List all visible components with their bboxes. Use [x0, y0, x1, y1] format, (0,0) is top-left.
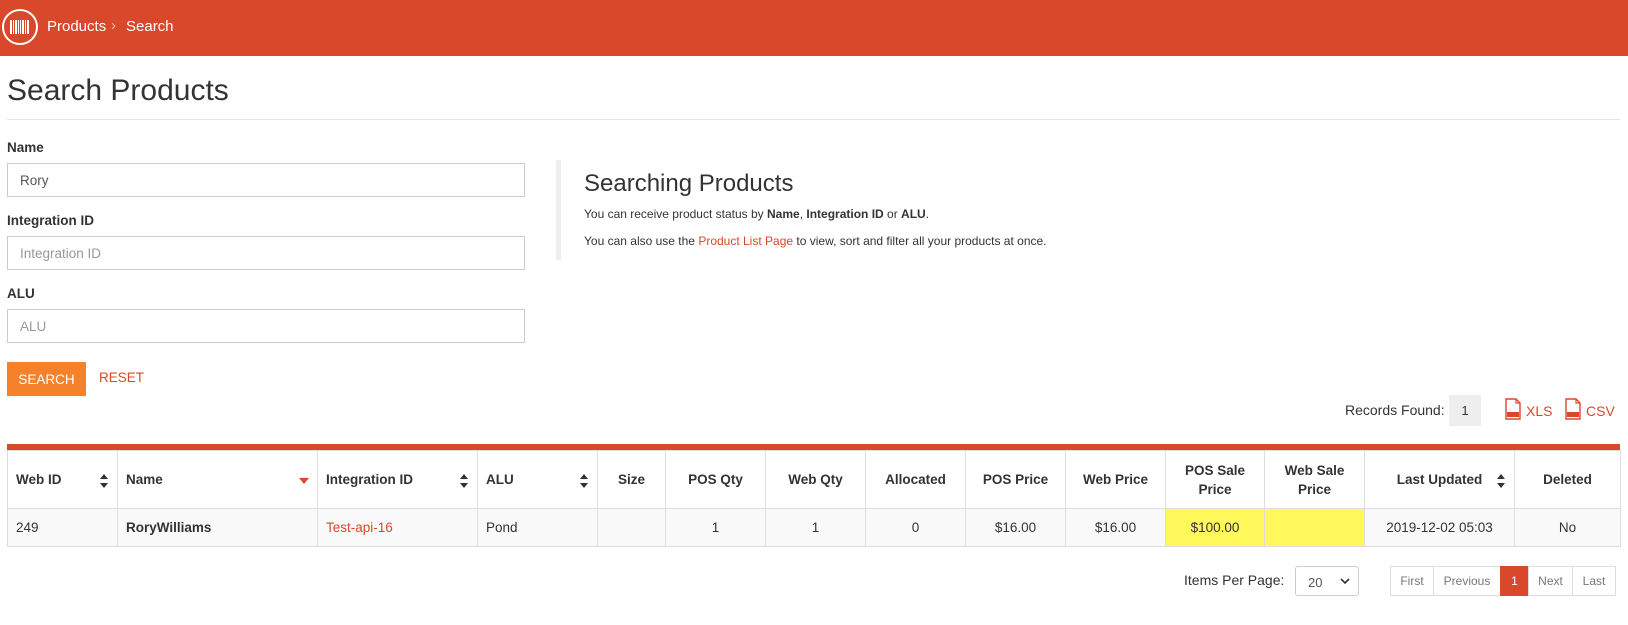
col-integration-id[interactable]: Integration ID: [317, 450, 478, 509]
cell-integration-id: Test-api-16: [317, 508, 478, 547]
alu-label: ALU: [7, 286, 35, 301]
help-panel: Searching Products You can receive produ…: [556, 160, 1156, 260]
name-input[interactable]: [7, 163, 525, 197]
title-divider: [7, 119, 1620, 120]
sort-icon: [460, 474, 468, 488]
col-name-label: Name: [126, 472, 163, 487]
help-text-2-prefix: You can also use the: [584, 234, 699, 248]
col-pos-qty: POS Qty: [665, 450, 766, 509]
col-web-price: Web Price: [1065, 450, 1166, 509]
cell-web-qty: 1: [765, 508, 866, 547]
chevron-down-icon: [1340, 578, 1350, 585]
product-list-page-link[interactable]: Product List Page: [698, 234, 793, 248]
col-allocated: Allocated: [865, 450, 966, 509]
help-title: Searching Products: [584, 170, 794, 197]
col-last-updated[interactable]: Last Updated: [1364, 450, 1515, 509]
breadcrumb-products[interactable]: Products: [47, 18, 106, 35]
products-table: Web ID Name Integration ID ALU Size POS …: [7, 450, 1621, 547]
results-table: Web ID Name Integration ID ALU Size POS …: [7, 444, 1621, 547]
integration-id-link[interactable]: Test-api-16: [326, 520, 393, 535]
cell-web-id: 249: [7, 508, 118, 547]
col-deleted: Deleted: [1514, 450, 1621, 509]
cell-size: [597, 508, 666, 547]
cell-alu: Pond: [477, 508, 598, 547]
col-alu[interactable]: ALU: [477, 450, 598, 509]
export-xls-label: XLS: [1526, 403, 1553, 419]
cell-deleted: No: [1514, 508, 1621, 547]
col-integration-id-label: Integration ID: [326, 472, 413, 487]
integration-id-label: Integration ID: [7, 213, 94, 228]
col-pos-price: POS Price: [965, 450, 1066, 509]
sort-desc-icon: [299, 478, 309, 484]
pagination: First Previous 1 Next Last: [1390, 566, 1616, 596]
cell-web-price: $16.00: [1065, 508, 1166, 547]
page-next-button[interactable]: Next: [1528, 566, 1573, 596]
cell-allocated: 0: [865, 508, 966, 547]
table-header-row: Web ID Name Integration ID ALU Size POS …: [7, 450, 1621, 509]
reset-button[interactable]: RESET: [99, 370, 144, 385]
integration-id-input[interactable]: [7, 236, 525, 270]
cell-name: RoryWilliams: [117, 508, 318, 547]
help-text-1: You can receive product status by Name, …: [584, 207, 929, 221]
cell-web-sale-price: [1264, 508, 1365, 547]
col-web-qty: Web Qty: [765, 450, 866, 509]
export-csv-label: CSV: [1586, 403, 1615, 419]
top-bar: Products › Search: [0, 0, 1628, 56]
col-pos-sale-price: POS Sale Price: [1165, 450, 1265, 509]
sort-icon: [100, 474, 108, 488]
items-per-page-select[interactable]: 20: [1295, 566, 1359, 596]
cell-pos-qty: 1: [665, 508, 766, 547]
csv-file-icon: [1565, 398, 1581, 420]
help-text-2-suffix: to view, sort and filter all your produc…: [793, 234, 1047, 248]
page-1-button[interactable]: 1: [1500, 566, 1529, 596]
cell-last-updated: 2019-12-02 05:03: [1364, 508, 1515, 547]
name-label: Name: [7, 140, 44, 155]
records-found-count: 1: [1449, 395, 1481, 426]
help-text-1-prefix: You can receive product status by: [584, 207, 767, 221]
page-title: Search Products: [7, 74, 229, 107]
col-web-id[interactable]: Web ID: [7, 450, 118, 509]
alu-input[interactable]: [7, 309, 525, 343]
col-last-updated-label: Last Updated: [1396, 472, 1483, 487]
help-text-2: You can also use the Product List Page t…: [584, 234, 1047, 248]
page-last-button[interactable]: Last: [1572, 566, 1616, 596]
breadcrumb-current: Search: [126, 18, 174, 35]
col-name[interactable]: Name: [117, 450, 318, 509]
items-per-page-value: 20: [1308, 575, 1323, 590]
search-button[interactable]: SEARCH: [7, 362, 86, 396]
page-first-button[interactable]: First: [1390, 566, 1434, 596]
help-term-alu: ALU: [901, 207, 926, 221]
help-text-1-suffix: .: [925, 207, 930, 221]
help-term-name: Name: [767, 207, 800, 221]
sort-icon: [1497, 474, 1505, 488]
sort-icon: [580, 474, 588, 488]
col-alu-label: ALU: [486, 472, 514, 487]
page-previous-button[interactable]: Previous: [1433, 566, 1501, 596]
records-found-label: Records Found:: [1345, 402, 1445, 418]
help-sep-2: or: [883, 207, 902, 221]
barcode-icon[interactable]: [2, 9, 38, 45]
col-size: Size: [597, 450, 666, 509]
help-term-integration-id: Integration ID: [806, 207, 884, 221]
col-web-sale-price: Web Sale Price: [1264, 450, 1365, 509]
chevron-right-icon: ›: [111, 17, 116, 34]
col-web-id-label: Web ID: [16, 472, 62, 487]
cell-pos-sale-price: $100.00: [1165, 508, 1265, 547]
cell-pos-price: $16.00: [965, 508, 1066, 547]
table-row: 249 RoryWilliams Test-api-16 Pond 1 1 0 …: [7, 508, 1621, 547]
xls-file-icon: [1505, 398, 1521, 420]
items-per-page-label: Items Per Page:: [1184, 572, 1285, 588]
